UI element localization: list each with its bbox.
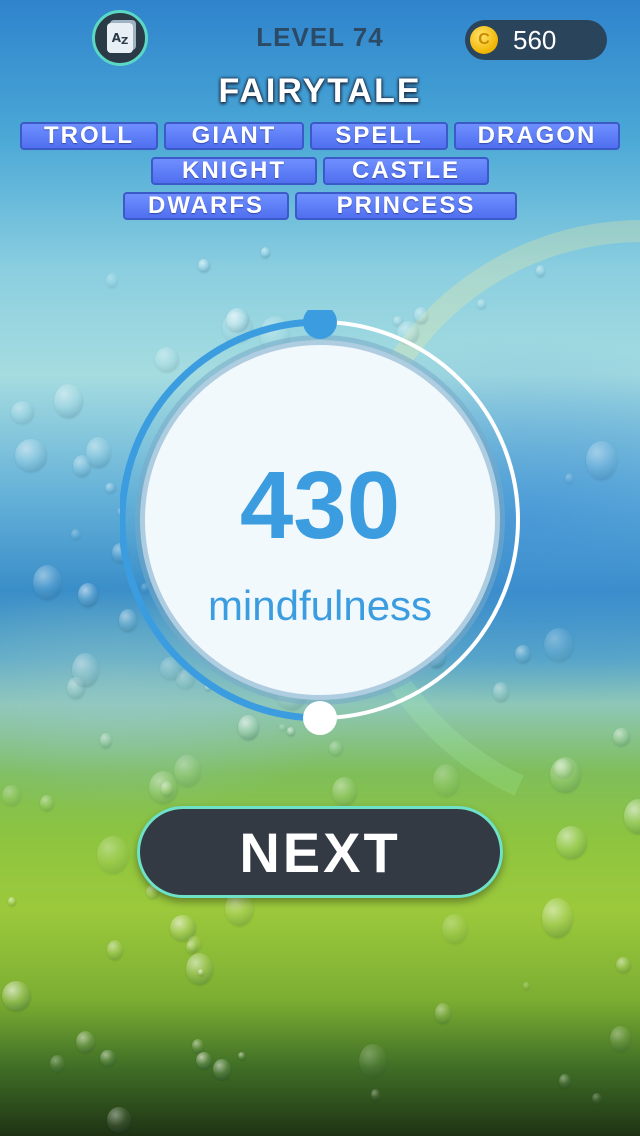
raindrop bbox=[32, 564, 62, 600]
coin-counter[interactable]: C 560 bbox=[465, 20, 607, 60]
progress-end-knob bbox=[303, 701, 337, 735]
raindrop bbox=[198, 258, 210, 272]
raindrop bbox=[53, 383, 83, 418]
raindrop bbox=[100, 1049, 116, 1067]
raindrop bbox=[72, 454, 92, 477]
coin-icon: C bbox=[470, 26, 498, 54]
top-bar: AZ LEVEL 74 C 560 bbox=[0, 0, 640, 80]
coin-count: 560 bbox=[513, 25, 557, 55]
raindrop bbox=[196, 1051, 213, 1070]
raindrop bbox=[11, 400, 35, 424]
raindrop bbox=[186, 935, 202, 952]
raindrop bbox=[97, 835, 129, 874]
raindrop bbox=[370, 1088, 381, 1101]
word-row: KNIGHT CASTLE bbox=[0, 157, 640, 185]
word-tile: SPELL bbox=[310, 122, 448, 150]
raindrop bbox=[192, 1038, 205, 1054]
raindrop bbox=[85, 437, 112, 468]
raindrop bbox=[67, 676, 86, 700]
raindrop bbox=[8, 896, 17, 906]
raindrop bbox=[107, 1107, 131, 1133]
raindrop bbox=[50, 1055, 66, 1072]
raindrop bbox=[556, 825, 587, 860]
word-tile: TROLL bbox=[20, 122, 158, 150]
raindrop bbox=[332, 776, 358, 807]
raindrop bbox=[212, 1058, 231, 1081]
raindrop bbox=[107, 940, 124, 961]
raindrop bbox=[198, 969, 205, 976]
raindrop bbox=[78, 583, 99, 608]
score-value: 430 bbox=[239, 452, 401, 559]
raindrop bbox=[186, 941, 197, 955]
raindrop bbox=[14, 439, 47, 472]
category-title: FAIRYTALE bbox=[218, 72, 422, 110]
found-words-list: TROLL GIANT SPELL DRAGON KNIGHT CASTLE D… bbox=[0, 122, 640, 227]
word-tile: DWARFS bbox=[123, 192, 289, 220]
raindrop bbox=[174, 755, 201, 788]
raindrop bbox=[2, 785, 21, 807]
score-panel: 430 mindfulness bbox=[120, 310, 520, 740]
progress-start-knob bbox=[303, 310, 337, 339]
level-indicator: LEVEL 74 bbox=[256, 22, 384, 52]
raindrop bbox=[148, 770, 178, 804]
az-book-icon: AZ bbox=[107, 23, 133, 53]
word-tile: DRAGON bbox=[454, 122, 620, 150]
raindrop bbox=[359, 1044, 388, 1079]
raindrop bbox=[39, 794, 54, 812]
raindrop bbox=[432, 763, 461, 798]
raindrop bbox=[542, 897, 574, 938]
word-tile: GIANT bbox=[164, 122, 304, 150]
raindrop bbox=[72, 652, 99, 688]
raindrop bbox=[105, 482, 116, 494]
raindrop bbox=[261, 247, 271, 258]
raindrop bbox=[99, 733, 112, 748]
raindrop bbox=[558, 1074, 571, 1089]
raindrop bbox=[609, 1026, 632, 1053]
raindrop bbox=[328, 741, 343, 757]
raindrop bbox=[523, 982, 530, 990]
raindrop bbox=[106, 272, 119, 288]
raindrop bbox=[75, 1031, 96, 1054]
raindrop bbox=[170, 914, 196, 941]
dictionary-button[interactable]: AZ bbox=[92, 10, 148, 66]
raindrop bbox=[435, 1003, 452, 1024]
word-row: TROLL GIANT SPELL DRAGON bbox=[0, 122, 640, 150]
raindrop bbox=[441, 913, 468, 944]
raindrop bbox=[160, 781, 174, 797]
next-button[interactable]: NEXT bbox=[137, 806, 503, 898]
score-label: mindfulness bbox=[207, 582, 433, 629]
word-tile: KNIGHT bbox=[151, 157, 317, 185]
raindrop bbox=[238, 1051, 247, 1061]
raindrop bbox=[70, 528, 81, 540]
word-tile: PRINCESS bbox=[295, 192, 517, 220]
raindrop bbox=[1, 980, 31, 1011]
word-tile: CASTLE bbox=[323, 157, 489, 185]
raindrop bbox=[615, 956, 631, 974]
raindrop bbox=[591, 1093, 603, 1105]
raindrop bbox=[186, 952, 214, 985]
word-row: DWARFS PRINCESS bbox=[0, 192, 640, 220]
